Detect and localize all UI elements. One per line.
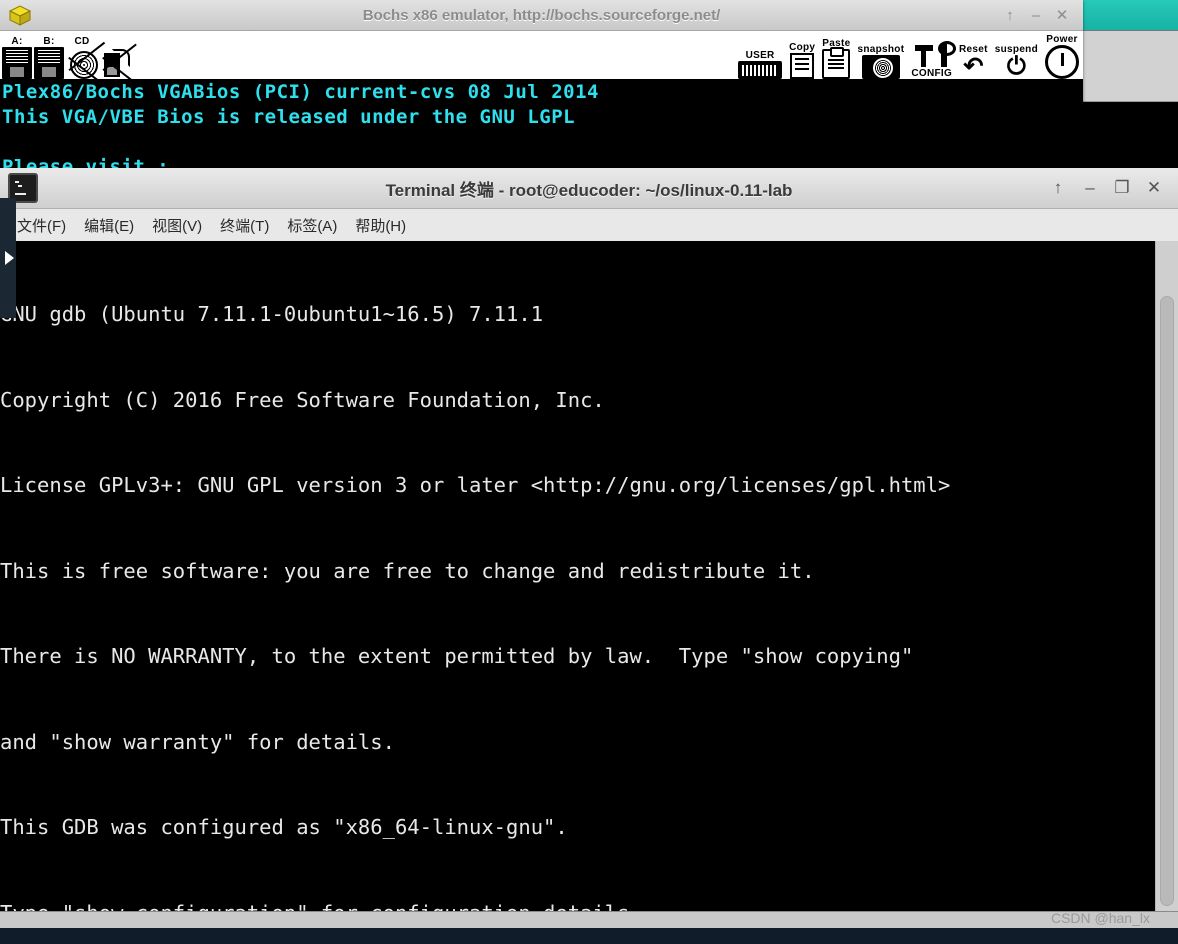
bochs-screen-line: Plex86/Bochs VGABios (PCI) current-cvs 0…: [2, 81, 599, 103]
terminal-scrollbar-thumb[interactable]: [1160, 296, 1174, 906]
usb-button[interactable]: [100, 31, 130, 79]
camera-icon: [861, 55, 900, 79]
copy-icon: [790, 53, 815, 79]
bochs-rollup-button[interactable]: ↑: [997, 2, 1023, 28]
reset-button[interactable]: Reset ↶: [959, 31, 988, 79]
menu-edit[interactable]: 编辑(E): [75, 212, 143, 239]
terminal-close-button[interactable]: ✕: [1140, 173, 1168, 203]
bochs-box-icon: [6, 2, 34, 28]
bochs-vga-screen: Plex86/Bochs VGABios (PCI) current-cvs 0…: [0, 80, 1083, 173]
console-line: This is free software: you are free to c…: [0, 558, 815, 583]
terminal-scrollbar[interactable]: [1155, 241, 1178, 912]
bochs-window-title: Bochs x86 emulator, http://bochs.sourcef…: [362, 6, 721, 24]
user-label: USER: [745, 50, 775, 61]
background-window-titlebar[interactable]: [1078, 0, 1178, 31]
bochs-titlebar[interactable]: Bochs x86 emulator, http://bochs.sourcef…: [0, 0, 1083, 31]
console-line: Type "show configuration" for configurat…: [0, 899, 1155, 913]
cdrom-disc-icon: [66, 47, 98, 79]
reset-arrow-icon: ↶: [963, 53, 984, 80]
menu-terminal[interactable]: 终端(T): [211, 212, 278, 239]
bochs-screen-blank-line: [2, 130, 1083, 155]
terminal-console-output[interactable]: GNU gdb (Ubuntu 7.11.1-0ubuntu1~16.5) 7.…: [0, 241, 1155, 912]
bochs-minimize-button[interactable]: –: [1023, 2, 1049, 28]
floppy-disk-icon: [34, 47, 64, 79]
tools-wrench-icon: [913, 41, 956, 69]
power-label: Power: [1046, 34, 1078, 45]
clipboard-paste-icon: [822, 47, 851, 79]
terminal-bottom-edge: [0, 911, 1178, 928]
watermark-label: CSDN @han_lx: [1050, 910, 1150, 926]
terminal-body: GNU gdb (Ubuntu 7.11.1-0ubuntu1~16.5) 7.…: [0, 241, 1178, 912]
floppy-disk-icon: [2, 47, 32, 79]
background-window-body: [1078, 31, 1178, 102]
play-triangle-icon: [4, 251, 14, 265]
terminal-window[interactable]: Terminal 终端 - root@educoder: ~/os/linux-…: [0, 168, 1178, 928]
floppy-a-label: A:: [11, 36, 23, 47]
terminal-maximize-button[interactable]: ❐: [1108, 173, 1136, 203]
terminal-rollup-button[interactable]: ↑: [1044, 173, 1072, 203]
config-label: CONFIG: [911, 68, 953, 79]
console-line: and "show warranty" for details.: [0, 729, 395, 754]
console-line: There is NO WARRANTY, to the extent perm…: [0, 644, 914, 668]
background-window[interactable]: [1078, 0, 1178, 182]
suspend-icon: ⏻: [1006, 53, 1026, 80]
terminal-minimize-button[interactable]: –: [1076, 173, 1104, 203]
console-line: Copyright (C) 2016 Free Software Foundat…: [0, 387, 605, 412]
copy-label: Copy: [789, 42, 816, 53]
menu-view[interactable]: 视图(V): [143, 212, 211, 239]
power-button[interactable]: Power: [1045, 31, 1079, 79]
cdrom-button[interactable]: CD: [66, 31, 98, 79]
copy-button[interactable]: Copy: [789, 31, 815, 79]
keyboard-icon: [738, 61, 783, 79]
left-edge-resize-handle[interactable]: [0, 198, 16, 318]
bochs-toolbar-right-group: USER Copy Paste snapshot CONFIG Reset ↶ …: [738, 31, 1079, 79]
floppy-b-label: B:: [43, 36, 55, 47]
menu-tabs[interactable]: 标签(A): [278, 212, 346, 239]
console-line: GNU gdb (Ubuntu 7.11.1-0ubuntu1~16.5) 7.…: [0, 302, 544, 326]
terminal-window-controls: ↑ – ❐ ✕: [1044, 173, 1168, 203]
snapshot-label: snapshot: [857, 44, 905, 55]
console-line: License GPLv3+: GNU GPL version 3 or lat…: [0, 473, 951, 497]
desktop-bottom-strip: [0, 928, 1178, 944]
bochs-window-controls: ↑ – ✕: [997, 2, 1075, 28]
suspend-button[interactable]: suspend ⏻: [995, 31, 1038, 79]
cdrom-label: CD: [74, 36, 90, 47]
console-line: This GDB was configured as "x86_64-linux…: [0, 815, 568, 839]
config-button[interactable]: CONFIG: [911, 31, 956, 79]
bochs-close-button[interactable]: ✕: [1049, 2, 1075, 28]
floppy-a-button[interactable]: A:: [2, 31, 32, 79]
bochs-toolbar-left-group: A: B: CD: [2, 31, 130, 79]
snapshot-button[interactable]: snapshot: [857, 31, 904, 79]
bochs-emulator-window[interactable]: Bochs x86 emulator, http://bochs.sourcef…: [0, 0, 1083, 173]
terminal-titlebar[interactable]: Terminal 终端 - root@educoder: ~/os/linux-…: [0, 168, 1178, 209]
bochs-toolbar: A: B: CD USER Copy Paste snapshot CONFIG…: [0, 31, 1083, 80]
bochs-screen-line: This VGA/VBE Bios is released under the …: [2, 106, 576, 128]
usb-drive-icon: [100, 47, 130, 79]
menu-file[interactable]: 文件(F): [8, 212, 75, 239]
menu-help[interactable]: 帮助(H): [346, 212, 415, 239]
terminal-window-title: Terminal 终端 - root@educoder: ~/os/linux-…: [385, 180, 793, 200]
paste-button[interactable]: Paste: [822, 31, 851, 79]
desktop-background: Bochs x86 emulator, http://bochs.sourcef…: [0, 0, 1178, 944]
terminal-menubar: 文件(F) 编辑(E) 视图(V) 终端(T) 标签(A) 帮助(H): [0, 209, 1178, 242]
user-button[interactable]: USER: [738, 31, 783, 79]
floppy-b-button[interactable]: B:: [34, 31, 64, 79]
power-icon: [1045, 45, 1079, 79]
